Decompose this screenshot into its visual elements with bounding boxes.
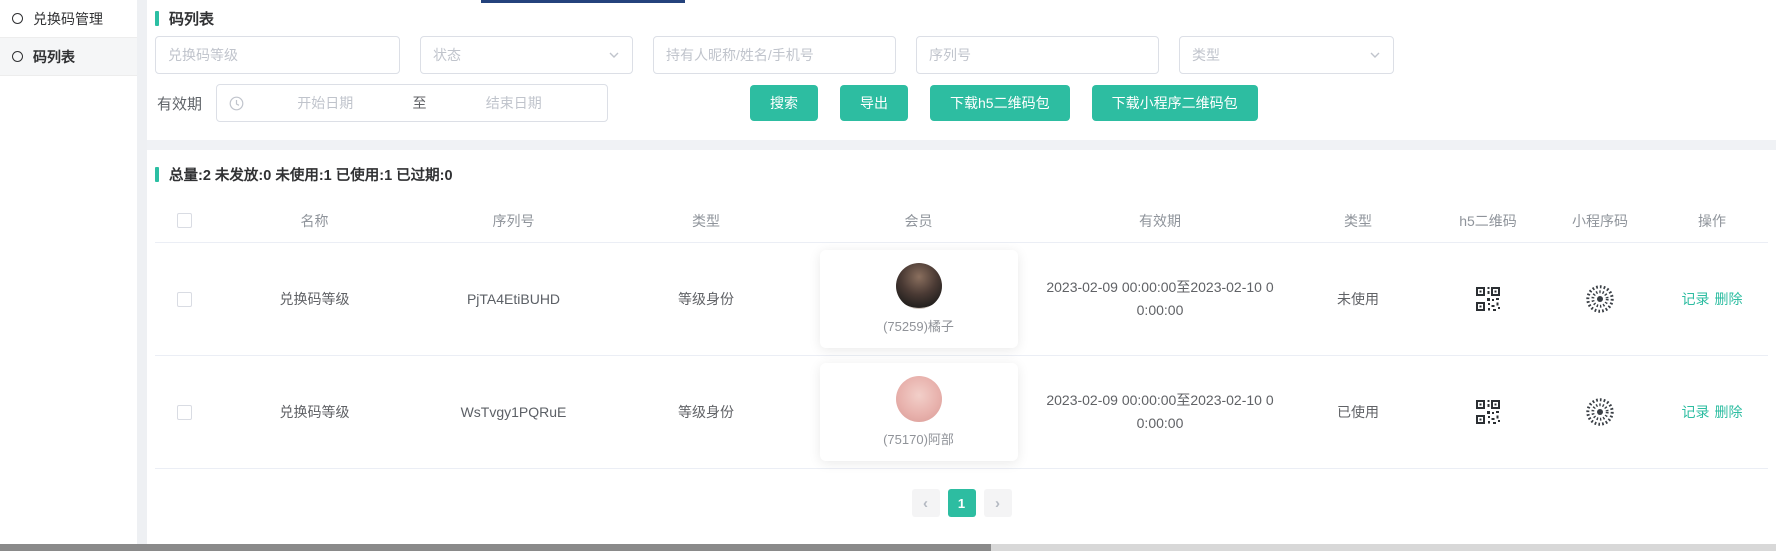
cell-type: 等级身份 xyxy=(611,402,801,422)
holder-field[interactable] xyxy=(653,36,896,74)
prev-page-button[interactable]: ‹ xyxy=(912,489,940,517)
filter-panel: 码列表 状态 类型 xyxy=(147,0,1776,140)
header-serial: 序列号 xyxy=(416,211,611,231)
next-page-button[interactable]: › xyxy=(984,489,1012,517)
cell-status: 已使用 xyxy=(1284,402,1432,422)
miniprogram-code-icon[interactable] xyxy=(1544,397,1656,427)
card-gap xyxy=(147,140,1776,150)
codes-table: 名称 序列号 类型 会员 有效期 类型 h5二维码 小程序码 操作 兑换码等级 … xyxy=(155,199,1768,469)
app-window: 兑换码管理 码列表 码列表 状态 xyxy=(0,0,1776,551)
start-date-field[interactable] xyxy=(244,95,407,111)
h5-qr-code-icon[interactable] xyxy=(1432,399,1544,425)
range-separator: 至 xyxy=(407,93,433,113)
type-select[interactable]: 类型 xyxy=(1179,36,1394,74)
serial-field[interactable] xyxy=(916,36,1159,74)
cell-member: (75259)橘子 xyxy=(801,250,1036,348)
holder-input[interactable] xyxy=(666,47,883,63)
member-card: (75170)阿部 xyxy=(820,363,1018,461)
chevron-down-icon xyxy=(608,49,620,61)
table-header-row: 名称 序列号 类型 会员 有效期 类型 h5二维码 小程序码 操作 xyxy=(155,199,1768,243)
cell-name: 兑换码等级 xyxy=(213,289,416,309)
member-avatar xyxy=(896,263,942,309)
cell-type: 等级身份 xyxy=(611,289,801,309)
accent-bar xyxy=(155,11,159,26)
table-row: 兑换码等级 WsTvgy1PQRuE 等级身份 (75170)阿部 2023-0… xyxy=(155,356,1768,469)
end-date-field[interactable] xyxy=(433,95,596,111)
accent-bar xyxy=(155,167,159,182)
code-level-field[interactable] xyxy=(155,36,400,74)
start-date-input[interactable] xyxy=(265,95,385,111)
filter-row-2: 有效期 至 搜索 导出 下载h xyxy=(155,84,1766,122)
table-panel: 总量:2 未发放:0 未使用:1 已使用:1 已过期:0 名称 序列号 类型 会… xyxy=(147,150,1776,544)
main-content: 码列表 状态 类型 xyxy=(147,0,1776,544)
clock-icon xyxy=(229,96,244,111)
date-range-picker[interactable]: 至 xyxy=(216,84,608,122)
download-miniprogram-qr-button[interactable]: 下载小程序二维码包 xyxy=(1092,85,1258,121)
sidebar-item-exchange-code-management[interactable]: 兑换码管理 xyxy=(0,0,137,38)
sidebar-item-code-list[interactable]: 码列表 xyxy=(0,38,137,76)
header-h5-qr: h5二维码 xyxy=(1432,211,1544,231)
export-button[interactable]: 导出 xyxy=(840,85,908,121)
member-card: (75259)橘子 xyxy=(820,250,1018,348)
end-date-input[interactable] xyxy=(454,95,574,111)
status-select[interactable]: 状态 xyxy=(420,36,633,74)
chevron-down-icon xyxy=(1369,49,1381,61)
code-level-input[interactable] xyxy=(168,47,387,63)
search-button[interactable]: 搜索 xyxy=(750,85,818,121)
select-all-checkbox[interactable] xyxy=(177,213,192,228)
sidebar: 兑换码管理 码列表 xyxy=(0,0,137,544)
summary-row: 总量:2 未发放:0 未使用:1 已使用:1 已过期:0 xyxy=(155,164,1768,185)
action-buttons: 搜索 导出 下载h5二维码包 下载小程序二维码包 xyxy=(750,85,1258,121)
row-checkbox[interactable] xyxy=(177,292,192,307)
sidebar-divider xyxy=(137,0,147,544)
member-avatar xyxy=(896,376,942,422)
sidebar-item-label: 兑换码管理 xyxy=(33,9,103,29)
serial-input[interactable] xyxy=(929,47,1146,63)
cell-validity: 2023-02-09 00:00:00至2023-02-10 00:00:00 xyxy=(1036,276,1284,322)
summary-text: 总量:2 未发放:0 未使用:1 已使用:1 已过期:0 xyxy=(169,164,453,185)
pagination: ‹ 1 › xyxy=(155,489,1768,517)
page-1-button[interactable]: 1 xyxy=(948,489,976,517)
cell-serial: PjTA4EtiBUHD xyxy=(416,291,611,307)
header-validity: 有效期 xyxy=(1036,211,1284,231)
row-checkbox[interactable] xyxy=(177,405,192,420)
sidebar-item-label: 码列表 xyxy=(33,47,75,67)
circle-icon xyxy=(12,13,23,24)
validity-label: 有效期 xyxy=(157,93,202,114)
header-operations: 操作 xyxy=(1656,211,1768,231)
delete-link[interactable]: 删除 xyxy=(1715,402,1743,422)
header-member: 会员 xyxy=(801,211,1036,231)
cell-member: (75170)阿部 xyxy=(801,363,1036,461)
delete-link[interactable]: 删除 xyxy=(1715,289,1743,309)
scrollbar-thumb[interactable] xyxy=(0,544,991,551)
h5-qr-code-icon[interactable] xyxy=(1432,286,1544,312)
cell-name: 兑换码等级 xyxy=(213,402,416,422)
filter-row-1: 状态 类型 xyxy=(155,36,1766,74)
table-row: 兑换码等级 PjTA4EtiBUHD 等级身份 (75259)橘子 2023-0… xyxy=(155,243,1768,356)
header-status-type: 类型 xyxy=(1284,211,1432,231)
cell-operations: 记录 删除 xyxy=(1656,402,1768,422)
horizontal-scrollbar[interactable] xyxy=(0,544,1776,551)
header-name: 名称 xyxy=(213,211,416,231)
miniprogram-code-icon[interactable] xyxy=(1544,284,1656,314)
cell-validity: 2023-02-09 00:00:00至2023-02-10 00:00:00 xyxy=(1036,389,1284,435)
type-select-label: 类型 xyxy=(1192,45,1220,65)
member-name: (75259)橘子 xyxy=(883,316,954,335)
record-link[interactable]: 记录 xyxy=(1682,402,1710,422)
header-type: 类型 xyxy=(611,211,801,231)
panel-title: 码列表 xyxy=(155,8,1766,29)
circle-icon xyxy=(12,51,23,62)
header-miniprogram-code: 小程序码 xyxy=(1544,211,1656,231)
record-link[interactable]: 记录 xyxy=(1682,289,1710,309)
member-name: (75170)阿部 xyxy=(883,429,954,448)
cell-status: 未使用 xyxy=(1284,289,1432,309)
cell-operations: 记录 删除 xyxy=(1656,289,1768,309)
page-title: 码列表 xyxy=(169,8,214,29)
clipped-top-bar xyxy=(481,0,685,3)
cell-serial: WsTvgy1PQRuE xyxy=(416,404,611,420)
status-select-label: 状态 xyxy=(433,45,461,65)
download-h5-qr-button[interactable]: 下载h5二维码包 xyxy=(930,85,1070,121)
